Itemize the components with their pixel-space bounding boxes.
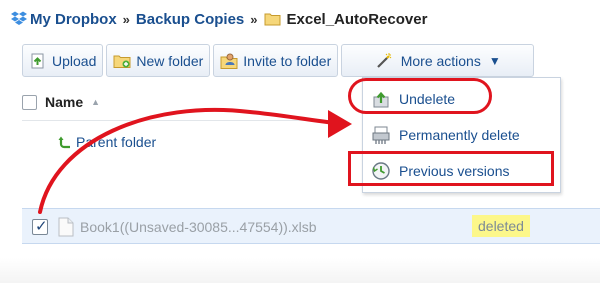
menu-item-permanently-delete[interactable]: Permanently delete xyxy=(363,120,560,150)
permanently-delete-icon xyxy=(372,126,390,144)
upload-button[interactable]: Upload xyxy=(22,44,104,77)
breadcrumb-separator: » xyxy=(250,11,258,27)
parent-folder-label: Parent folder xyxy=(76,134,157,150)
menu-item-label: Permanently delete xyxy=(399,127,520,143)
checkbox-checked-icon: ✓ xyxy=(35,218,48,235)
new-folder-button[interactable]: New folder xyxy=(106,44,211,77)
previous-versions-highlight-annotation xyxy=(348,151,554,186)
more-actions-button[interactable]: More actions ▼ xyxy=(341,44,535,77)
breadcrumb-separator: » xyxy=(122,11,130,27)
annotation-arrowhead xyxy=(328,110,352,138)
toolbar: Upload New folder Invite to folder More … xyxy=(22,44,562,77)
new-folder-label: New folder xyxy=(136,52,204,69)
magic-wand-icon xyxy=(376,52,392,68)
file-checkbox[interactable]: ✓ xyxy=(32,218,48,235)
page-title: Excel_AutoRecover xyxy=(286,10,428,28)
list-header: Name ▲ xyxy=(22,90,362,114)
bottom-fade xyxy=(0,258,600,283)
breadcrumb: My Dropbox » Backup Copies » Excel_AutoR… xyxy=(30,8,427,30)
column-name-header[interactable]: Name xyxy=(45,94,83,110)
dropbox-icon xyxy=(11,11,27,25)
parent-folder-arrow-icon xyxy=(58,136,70,149)
new-folder-icon xyxy=(113,55,131,68)
sort-ascending-icon: ▲ xyxy=(91,97,101,107)
breadcrumb-backup-copies[interactable]: Backup Copies xyxy=(136,11,244,28)
breadcrumb-my-dropbox[interactable]: My Dropbox xyxy=(30,11,117,28)
status-badge: deleted xyxy=(472,215,530,237)
invite-icon xyxy=(220,53,238,69)
select-all-checkbox[interactable] xyxy=(22,94,37,110)
annotation-arrow xyxy=(38,107,347,214)
more-actions-label: More actions xyxy=(400,52,481,69)
file-name[interactable]: Book1((Unsaved-30085...47554)).xlsb xyxy=(80,219,317,235)
table-row[interactable]: ✓ Book1((Unsaved-30085...47554)).xlsb de… xyxy=(22,208,600,244)
parent-folder-link[interactable]: Parent folder xyxy=(58,134,156,150)
folder-icon xyxy=(264,13,281,26)
file-icon xyxy=(58,217,74,237)
upload-icon xyxy=(31,53,44,68)
chevron-down-icon: ▼ xyxy=(488,53,501,68)
invite-to-folder-button[interactable]: Invite to folder xyxy=(213,44,339,77)
undelete-highlight-annotation xyxy=(348,78,492,114)
header-divider xyxy=(22,120,342,121)
upload-label: Upload xyxy=(52,52,97,69)
invite-label: Invite to folder xyxy=(243,52,332,69)
